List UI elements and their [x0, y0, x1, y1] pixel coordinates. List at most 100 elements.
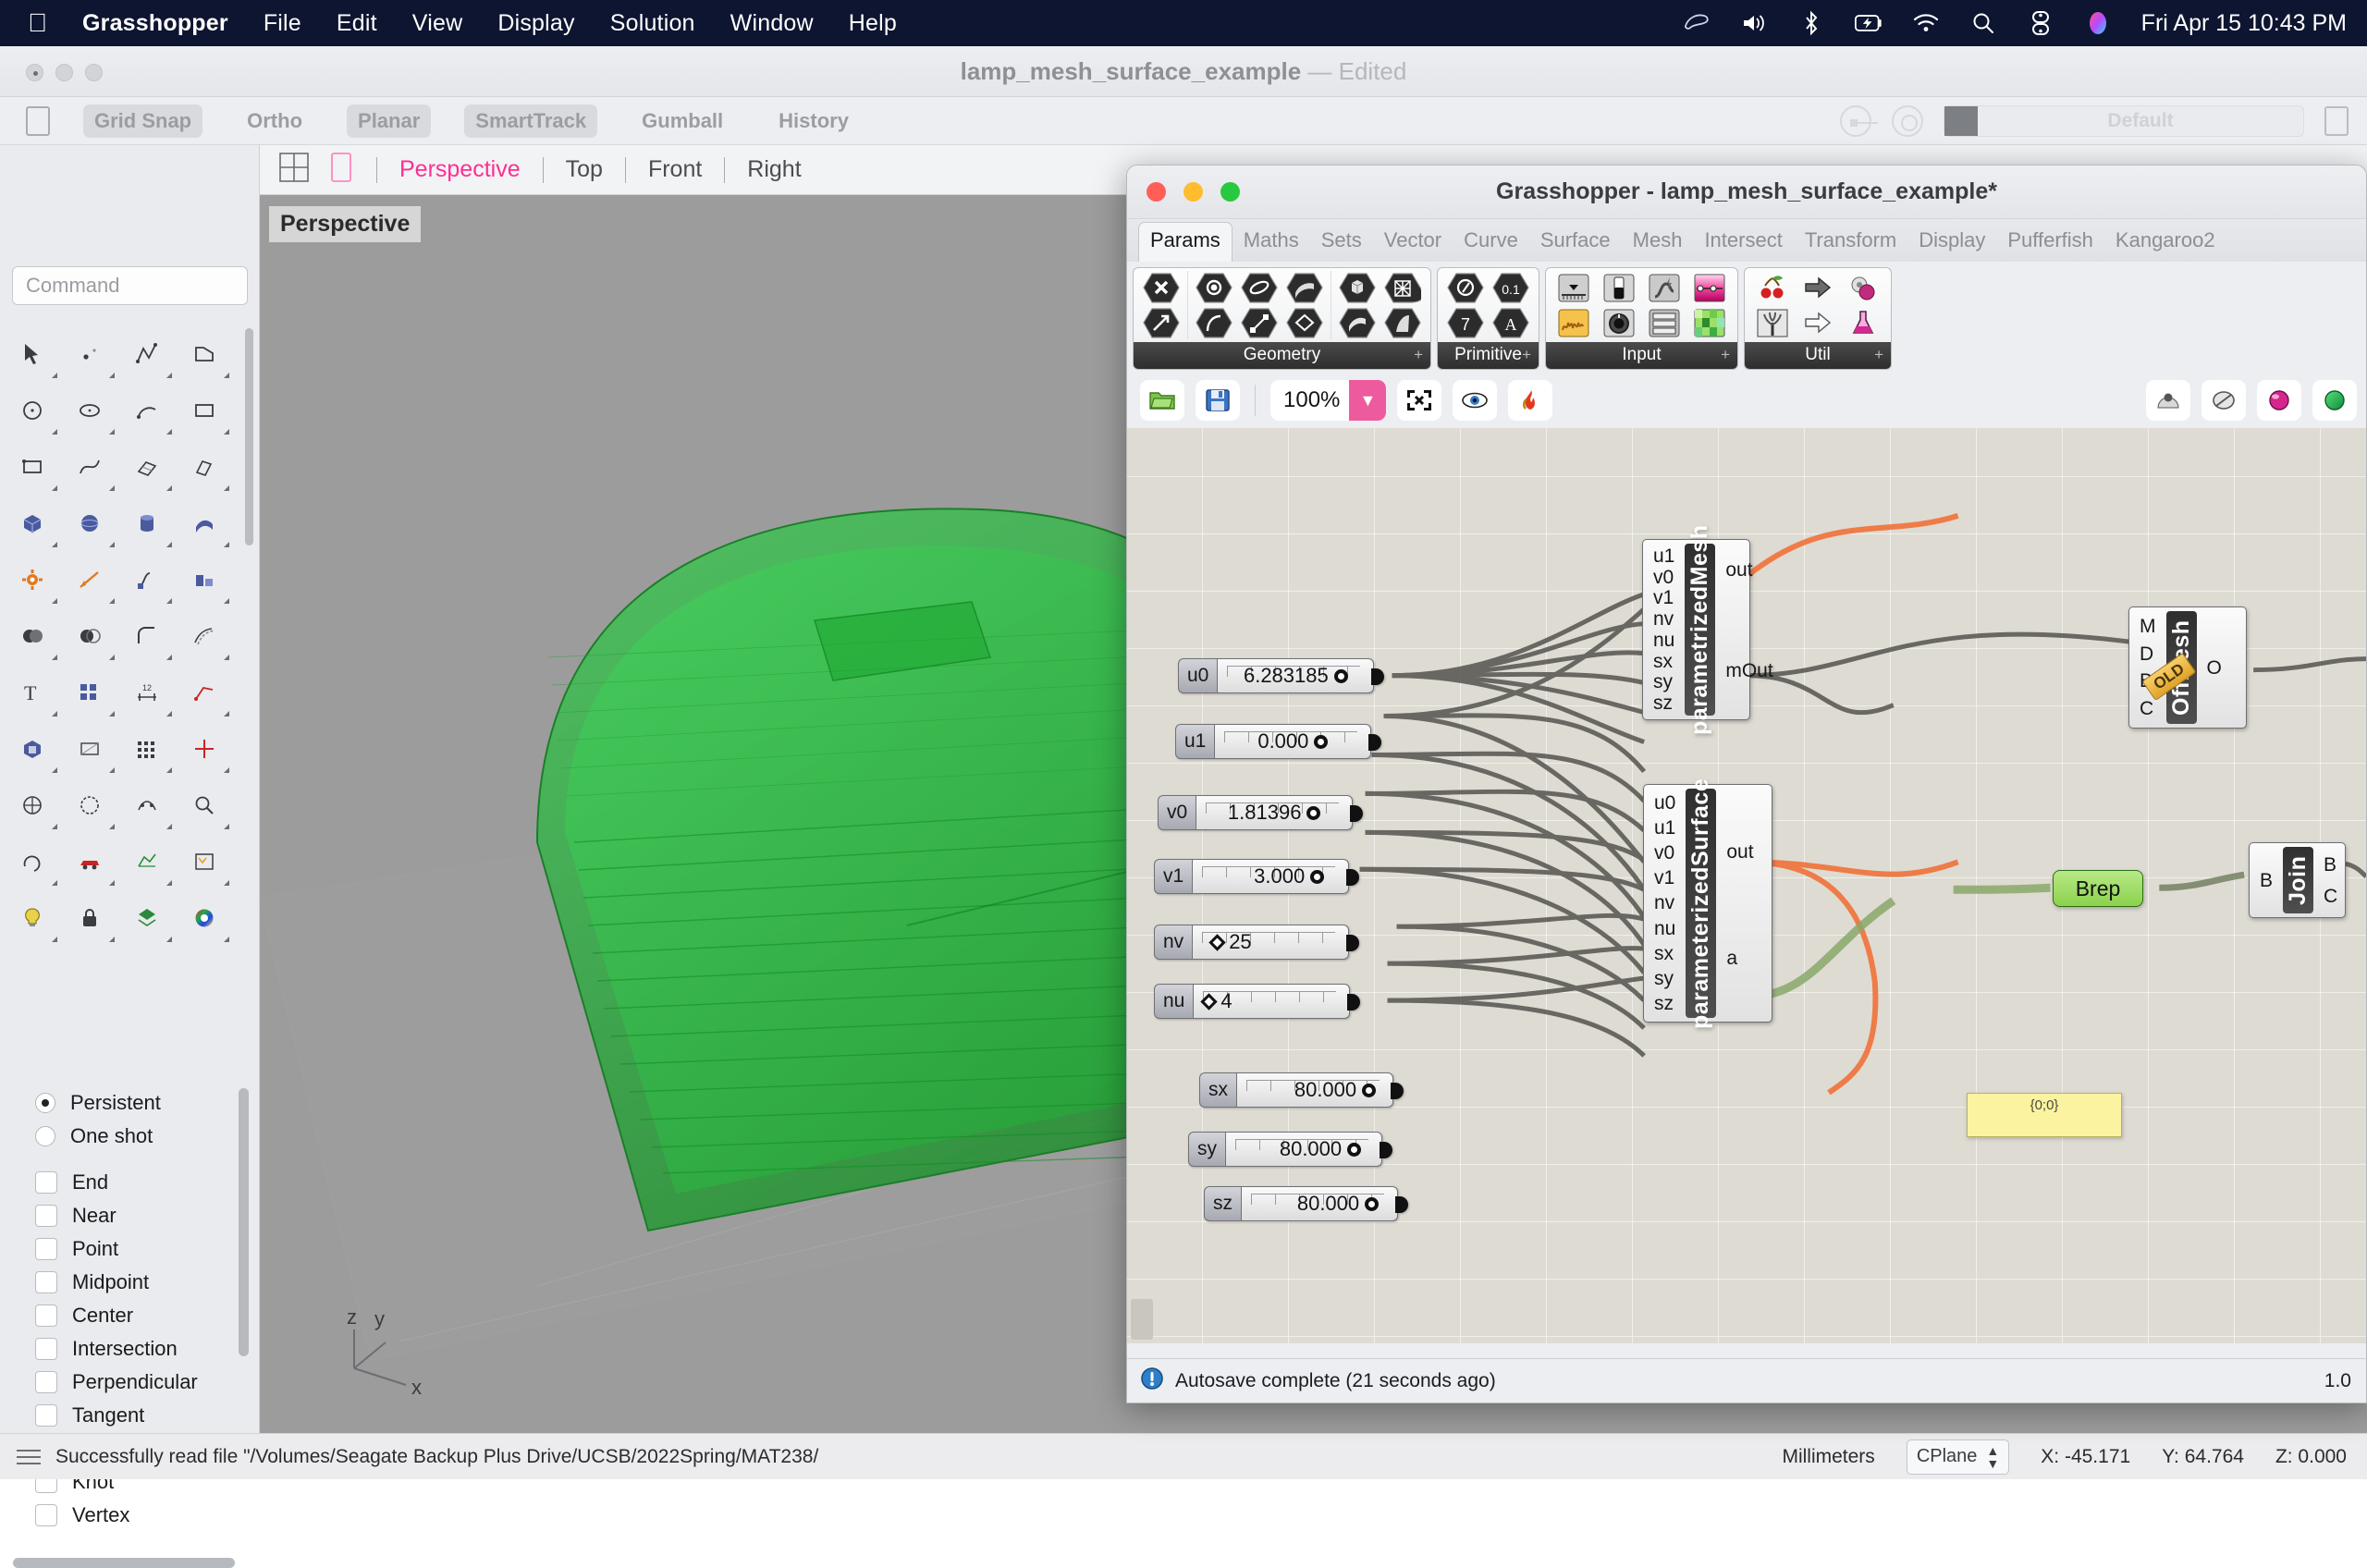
palette-expand-icon[interactable]: + [1721, 346, 1730, 364]
param-subd-icon[interactable] [1381, 306, 1424, 339]
tool-boolean-difference[interactable] [61, 607, 118, 664]
single-view-layout-icon[interactable] [328, 152, 354, 188]
param-integer-icon[interactable]: 7 [1444, 306, 1487, 339]
osnap-check-point[interactable]: Point [0, 1232, 248, 1266]
slider-track[interactable]: 80.000 [1225, 1132, 1382, 1167]
param-geometry-icon[interactable] [1140, 271, 1183, 304]
tool-orient[interactable] [176, 551, 233, 607]
slider-knob[interactable] [1347, 1143, 1361, 1157]
bake-flame-icon[interactable] [1508, 380, 1552, 421]
gradient-preview-icon[interactable] [2312, 380, 2357, 421]
slider-knob[interactable] [1314, 735, 1328, 749]
tool-surface-from-curves[interactable] [118, 438, 176, 495]
osnap-mode-persistent[interactable]: Persistent [0, 1086, 248, 1120]
toolbar-toggle-ortho[interactable]: Ortho [236, 104, 313, 138]
checkbox-icon[interactable] [35, 1305, 57, 1327]
toolbar-toggle-smarttrack[interactable]: SmartTrack [464, 104, 597, 138]
cherry-picker-icon[interactable] [1751, 271, 1794, 304]
slider-knob[interactable] [1201, 993, 1218, 1010]
port-v0[interactable]: v0 [1644, 843, 1686, 863]
wifi-icon[interactable] [1912, 9, 1940, 37]
sidebar-horizontal-scrollbar[interactable] [13, 1558, 235, 1568]
tool-material[interactable] [118, 889, 176, 946]
menu-item-window[interactable]: Window [730, 10, 814, 37]
tool-extrude-curve[interactable] [176, 438, 233, 495]
toolbar-toggle-grid-snap[interactable]: Grid Snap [83, 104, 202, 138]
checkbox-icon[interactable] [35, 1171, 57, 1194]
siri-icon[interactable] [2084, 9, 2112, 37]
port-C[interactable]: C [2129, 699, 2166, 718]
tool-divide[interactable] [4, 777, 61, 833]
menu-item-help[interactable]: Help [849, 10, 897, 37]
tool-lock-layer[interactable] [61, 889, 118, 946]
tool-flow-along-curve[interactable] [118, 551, 176, 607]
tool-light[interactable] [4, 889, 61, 946]
port-M[interactable]: M [2129, 617, 2166, 636]
slider-track[interactable]: 0.000 [1214, 724, 1371, 759]
tool-ellipse[interactable] [61, 382, 118, 438]
port-sy[interactable]: sy [1643, 672, 1685, 692]
slider-u0[interactable]: u0 6.283185 [1178, 658, 1368, 693]
param-point-icon[interactable] [1193, 271, 1235, 304]
number-slider-icon[interactable] [1552, 271, 1595, 304]
data-input-arrow-icon[interactable] [1797, 306, 1839, 339]
tool-rectangle-corner[interactable] [4, 438, 61, 495]
port-u1[interactable]: u1 [1643, 546, 1685, 566]
tool-analyze[interactable] [176, 777, 233, 833]
param-surface-icon[interactable] [1283, 271, 1326, 304]
port-v1[interactable]: v1 [1644, 868, 1686, 888]
current-layer-selector[interactable]: Default [1944, 105, 2304, 137]
osnap-check-end[interactable]: End [0, 1166, 248, 1199]
tool-layout[interactable] [176, 833, 233, 889]
osnap-check-perpendicular[interactable]: Perpendicular [0, 1366, 248, 1399]
tool-smooth[interactable] [61, 777, 118, 833]
rhino-icon[interactable] [1683, 9, 1711, 37]
chevron-down-icon[interactable]: ▼ [1349, 380, 1386, 421]
gh-tab-sets[interactable]: Sets [1310, 223, 1373, 262]
port-sz[interactable]: sz [1643, 693, 1685, 713]
tool-history-curve[interactable] [4, 833, 61, 889]
param-curve-icon[interactable] [1238, 271, 1281, 304]
gh-tab-maths[interactable]: Maths [1233, 223, 1310, 262]
component-parameterized-surface[interactable]: u0 u1 v0 v1 nv nu sx sy sz parameterized… [1643, 784, 1772, 1023]
right-sidebar-toggle-icon[interactable] [2324, 106, 2349, 136]
tool-text[interactable]: T [4, 664, 61, 720]
data-tree-icon[interactable] [1751, 306, 1794, 339]
slider-track[interactable]: 80.000 [1241, 1186, 1398, 1221]
tool-polyline[interactable] [118, 325, 176, 382]
sphere-preview-icon[interactable] [2257, 380, 2301, 421]
knob-control-icon[interactable] [1598, 306, 1640, 339]
cplane-selector[interactable]: CPlane ▲▼ [1907, 1439, 2009, 1475]
port-nu[interactable]: nu [1644, 919, 1686, 938]
param-box-icon[interactable] [1336, 271, 1379, 304]
slider-track[interactable]: 6.283185 [1217, 658, 1374, 693]
tool-box[interactable] [4, 495, 61, 551]
port-B-in[interactable]: B [2250, 871, 2283, 890]
gh-tab-transform[interactable]: Transform [1794, 223, 1907, 262]
floppy-save-icon[interactable] [1196, 380, 1240, 421]
param-brep[interactable]: Brep [2053, 870, 2143, 907]
tool-select-arrow[interactable] [4, 325, 61, 382]
battery-charging-icon[interactable] [1855, 9, 1883, 37]
tool-offset-curve[interactable] [176, 607, 233, 664]
viewport-tab-perspective[interactable]: Perspective [399, 156, 521, 183]
checkbox-icon[interactable] [35, 1404, 57, 1427]
slider-knob[interactable] [1362, 1084, 1376, 1097]
slider-u1[interactable]: u1 0.000 [1175, 724, 1356, 759]
tool-grid-pattern[interactable] [118, 720, 176, 777]
radio-icon[interactable] [35, 1126, 55, 1146]
port-a[interactable]: a [1716, 949, 1763, 968]
colour-swatch-icon[interactable] [1688, 306, 1731, 339]
gh-tab-vector[interactable]: Vector [1373, 223, 1453, 262]
port-sx[interactable]: sx [1644, 944, 1686, 963]
tool-fillet-edge[interactable] [118, 607, 176, 664]
checkbox-icon[interactable] [35, 1371, 57, 1393]
tool-car-render[interactable] [61, 833, 118, 889]
slider-v0[interactable]: v0 1.81396 [1158, 795, 1331, 830]
port-u0[interactable]: u0 [1644, 793, 1686, 813]
bluetooth-icon[interactable] [1797, 9, 1825, 37]
tool-rectangle[interactable] [176, 382, 233, 438]
command-input[interactable]: Command [12, 266, 248, 305]
boolean-toggle-icon[interactable] [1598, 271, 1640, 304]
component-title[interactable]: parameterizedSurface [1686, 789, 1716, 1018]
